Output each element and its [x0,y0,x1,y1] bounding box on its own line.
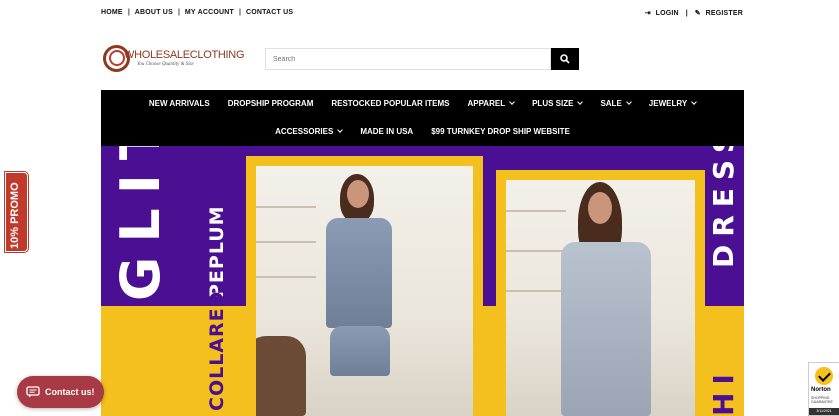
home-link[interactable]: HOME [101,9,123,16]
login-icon: ⇥ [644,10,651,17]
nav-label: $99 TURNKEY DROP SHIP WEBSITE [431,127,570,136]
search-button[interactable] [551,48,579,70]
right-model-photo [506,180,695,416]
norton-date: 3/11/2021 [809,408,839,415]
top-links: HOME | ABOUT US | MY ACCOUNT | CONTACT U… [101,9,293,16]
chat-icon [26,386,40,398]
main-nav: NEW ARRIVALS DROPSHIP PROGRAM RESTOCKED … [101,90,744,146]
chevron-down-icon [577,99,584,105]
hero-banner[interactable]: GLITTER PEPLUM COLLARED DRESS HI [101,146,744,416]
nav-label: DROPSHIP PROGRAM [227,99,314,108]
model-skirt [330,326,390,376]
nav-plus-size[interactable]: PLUS SIZE [532,99,584,108]
nav-label: ACCESSORIES [275,127,334,136]
nav-label: APPAREL [467,99,506,108]
nav-label: RESTOCKED POPULAR ITEMS [331,99,450,108]
nav-jewelry[interactable]: JEWELRY [648,99,697,108]
chevron-down-icon [337,127,344,133]
search-input[interactable] [265,48,551,70]
chevron-down-icon [509,99,515,105]
shelf [506,250,566,252]
norton-seal[interactable]: Norton SHOPPING GUARANTEE 3/11/2021 [808,362,839,416]
account-links: ⇥ LOGIN | ✎ REGISTER [644,9,743,18]
banner-peplum-text: PEPLUM [206,205,228,298]
contact-us-link[interactable]: CONTACT US [246,9,293,16]
logo-inner-circle-icon [109,50,125,66]
nav-made-in-usa[interactable]: MADE IN USA [360,127,413,136]
divider: | [177,9,180,16]
model-face [347,180,369,208]
search-icon [560,54,570,64]
divider: | [685,9,688,17]
chevron-down-icon [625,99,632,105]
search-bar [265,48,579,70]
nav-row-2: ACCESSORIES MADE IN USA $99 TURNKEY DROP… [101,125,744,138]
banner-dress-text: DRESS [707,146,740,268]
nav-label: NEW ARRIVALS [148,99,210,108]
top-bar: HOME | ABOUT US | MY ACCOUNT | CONTACT U… [101,9,743,21]
promo-label: 10% PROMO [9,182,21,249]
banner-glitter-text: GLITTER [109,146,172,301]
norton-name: Norton [811,387,831,393]
shelf [256,206,316,208]
logo-text: WHOLESALECLOTHING [124,49,245,61]
chair [256,336,306,416]
nav-sale[interactable]: SALE [600,99,632,108]
divider: | [127,9,130,16]
logo-tagline: You Choose Quantity & Size [137,62,194,67]
register-link[interactable]: REGISTER [706,10,743,17]
divider: | [238,9,241,16]
about-us-link[interactable]: ABOUT US [135,9,173,16]
model-dress [326,218,392,328]
nav-restocked-popular-items[interactable]: RESTOCKED POPULAR ITEMS [331,99,449,108]
model-face [588,192,612,224]
pencil-icon: ✎ [694,10,701,17]
norton-subtitle: SHOPPING GUARANTEE [811,396,833,404]
left-model-photo [256,166,473,416]
login-link[interactable]: LOGIN [656,10,679,17]
shelf [256,276,316,278]
nav-label: SALE [600,99,622,108]
contact-us-button[interactable]: Contact us! [17,376,104,408]
my-account-link[interactable]: MY ACCOUNT [185,9,234,16]
chevron-down-icon [691,99,697,105]
nav-label: MADE IN USA [360,127,414,136]
nav-label: JEWELRY [648,99,688,108]
nav-accessories[interactable]: ACCESSORIES [275,127,344,136]
site-logo[interactable]: WHOLESALECLOTHING You Choose Quantity & … [103,44,245,76]
nav-row-1: NEW ARRIVALS DROPSHIP PROGRAM RESTOCKED … [101,97,744,110]
nav-turnkey-drop-ship-website[interactable]: $99 TURNKEY DROP SHIP WEBSITE [431,127,570,136]
shelf [506,210,566,212]
nav-dropship-program[interactable]: DROPSHIP PROGRAM [228,99,314,108]
checkmark-icon [815,367,833,385]
nav-new-arrivals[interactable]: NEW ARRIVALS [149,99,210,108]
banner-hi-text: HI [707,366,740,416]
shelf [256,241,316,243]
promo-tab[interactable]: 10% PROMO [5,172,28,252]
shelf [506,290,566,292]
banner-collared-text: COLLARED [206,290,228,411]
nav-label: PLUS SIZE [532,99,574,108]
model-dress [561,242,651,416]
contact-label: Contact us! [45,387,95,397]
nav-apparel[interactable]: APPAREL [467,99,515,108]
